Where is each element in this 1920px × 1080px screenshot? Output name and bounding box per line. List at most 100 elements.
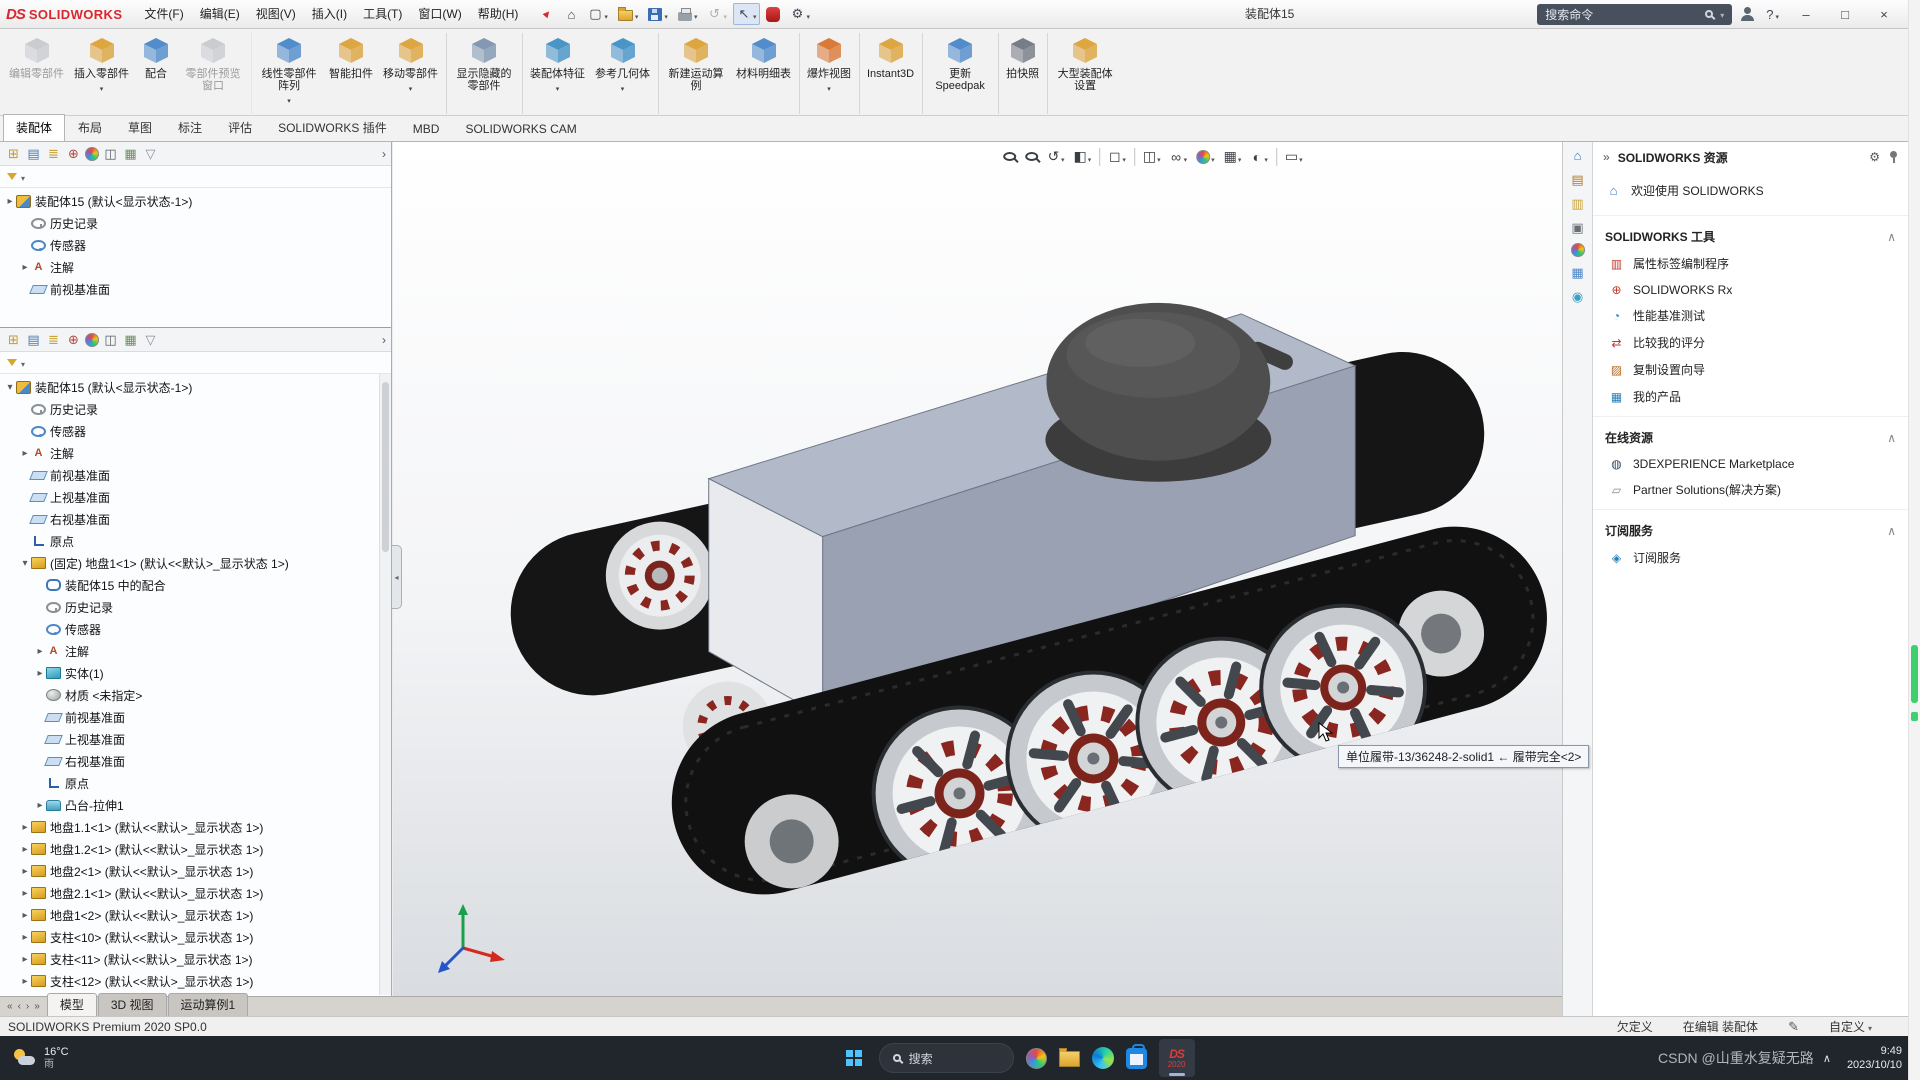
menu-item[interactable]: 工具(T) xyxy=(355,0,410,28)
tree-item[interactable]: ▸ 地盘2<1> (默认<<默认>_显示状态 1>) xyxy=(0,860,391,882)
display-style-icon[interactable]: ◫ xyxy=(1139,146,1165,167)
model-tab[interactable]: 3D 视图 xyxy=(98,993,167,1016)
command-search-box[interactable]: 搜索命令 xyxy=(1537,4,1732,25)
display-manager-icon[interactable] xyxy=(85,147,99,161)
tree-item[interactable]: 传感器 xyxy=(0,420,391,442)
zoom-fit-icon[interactable] xyxy=(999,150,1020,163)
ribbon-button[interactable]: 新建运动算例 xyxy=(661,33,731,114)
pane-display-icon[interactable]: ◫ xyxy=(102,331,119,348)
scene-icon[interactable]: ▦ xyxy=(122,331,139,348)
tree-item[interactable]: ▸ 地盘1.1<1> (默认<<默认>_显示状态 1>) xyxy=(0,816,391,838)
tree-item[interactable]: ▸ 地盘1<2> (默认<<默认>_显示状态 1>) xyxy=(0,904,391,926)
tree-item[interactable]: 历史记录 xyxy=(0,212,391,234)
undo-icon[interactable]: ↺ xyxy=(703,3,731,25)
custom-properties-icon[interactable]: ▦ xyxy=(1569,264,1586,281)
ribbon-button[interactable]: 移动零部件 xyxy=(378,33,447,114)
feature-manager-icon[interactable]: ⊞ xyxy=(5,331,22,348)
command-tab[interactable]: 布局 xyxy=(65,114,115,141)
user-account-icon[interactable] xyxy=(1739,6,1755,22)
tree-item[interactable]: ▾ 装配体15 (默认<显示状态-1>) xyxy=(0,376,391,398)
model-tab[interactable]: 运动算例1 xyxy=(168,993,249,1016)
ribbon-button[interactable]: 大型装配体设置 xyxy=(1050,33,1120,114)
ribbon-button[interactable]: 智能扣件 xyxy=(324,33,378,114)
tree-item[interactable]: 原点 xyxy=(0,530,391,552)
tree-item[interactable]: 上视基准面 xyxy=(0,728,391,750)
expand-pane-icon[interactable]: › xyxy=(382,333,386,347)
tree-item[interactable]: ▸ 注解 xyxy=(0,640,391,662)
dropdown-caret-icon[interactable] xyxy=(21,170,25,184)
expand-arrow-icon[interactable]: ▸ xyxy=(19,954,31,965)
taskpane-item[interactable]: ◈ 订阅服务 xyxy=(1593,544,1908,571)
taskpane-item[interactable]: ⊕ SOLIDWORKS Rx xyxy=(1593,277,1908,302)
dimxpert-manager-icon[interactable]: ⊕ xyxy=(65,145,82,162)
scrollbar-thumb[interactable] xyxy=(1911,645,1918,703)
ribbon-button[interactable]: Instant3D xyxy=(862,33,923,114)
display-manager-icon[interactable] xyxy=(85,333,99,347)
expand-arrow-icon[interactable]: ▸ xyxy=(34,668,46,679)
graphics-viewport[interactable]: ↺ ◧ ◻ xyxy=(393,142,1562,996)
command-tab[interactable]: 装配体 xyxy=(3,114,65,141)
close-button[interactable]: × xyxy=(1868,0,1900,28)
view-settings-icon[interactable]: ◐ xyxy=(1246,147,1272,167)
view-orientation-icon[interactable]: ◻ xyxy=(1104,146,1130,167)
menu-item[interactable]: 文件(F) xyxy=(136,0,191,28)
tree-scrollbar[interactable] xyxy=(379,374,391,995)
menu-item[interactable]: 插入(I) xyxy=(304,0,355,28)
tree-item[interactable]: 传感器 xyxy=(0,618,391,640)
tree-item[interactable]: 材质 <未指定> xyxy=(0,684,391,706)
previous-view-icon[interactable]: ↺ xyxy=(1043,146,1069,167)
select-arrow-icon[interactable]: ↖ xyxy=(733,3,761,25)
tree-item[interactable]: ▸ 注解 xyxy=(0,442,391,464)
page-scrollbar[interactable] xyxy=(1908,0,1920,1080)
ribbon-button[interactable]: 配合 xyxy=(134,33,178,114)
ribbon-button[interactable]: 零部件预览窗口 xyxy=(178,33,252,114)
expand-arrow-icon[interactable]: ▸ xyxy=(19,976,31,987)
tree-item[interactable]: ▸ 支柱<10> (默认<<默认>_显示状态 1>) xyxy=(0,926,391,948)
collapse-section-icon[interactable]: ∧ xyxy=(1887,524,1896,538)
design-library-icon[interactable]: ▤ xyxy=(1569,171,1586,188)
tree-filter-icon[interactable]: ▽ xyxy=(142,331,159,348)
pane-lock-icon[interactable]: ◉ xyxy=(1569,288,1586,305)
ribbon-button[interactable]: 材料明细表 xyxy=(731,33,800,114)
taskpane-options-gear-icon[interactable]: ⚙ xyxy=(1869,150,1880,164)
dropdown-caret-icon[interactable] xyxy=(21,356,25,370)
file-explorer-icon[interactable] xyxy=(1059,1051,1080,1067)
tree-item[interactable]: ▸ 支柱<11> (默认<<默认>_显示状态 1>) xyxy=(0,948,391,970)
taskbar-clock[interactable]: 9:49 2023/10/10 xyxy=(1847,1044,1902,1072)
tree-item[interactable]: 历史记录 xyxy=(0,398,391,420)
appearances-icon[interactable] xyxy=(1571,243,1585,257)
ribbon-button[interactable]: 显示隐藏的零部件 xyxy=(449,33,523,114)
minimize-button[interactable]: – xyxy=(1790,0,1822,28)
expand-arrow-icon[interactable]: ▾ xyxy=(19,558,31,569)
tree-item[interactable]: 传感器 xyxy=(0,234,391,256)
scrollbar-thumb[interactable] xyxy=(382,382,389,552)
collapse-section-icon[interactable]: ∧ xyxy=(1887,230,1896,244)
taskpane-item[interactable]: ▦ 我的产品 xyxy=(1593,383,1908,410)
edit-appearance-icon[interactable] xyxy=(1192,147,1219,167)
collapse-taskpane-icon[interactable]: » xyxy=(1603,150,1610,164)
tree-item[interactable]: ▸ 实体(1) xyxy=(0,662,391,684)
search-icon[interactable] xyxy=(1705,10,1713,18)
expand-arrow-icon[interactable]: ▸ xyxy=(34,646,46,657)
taskbar-search[interactable]: 搜索 xyxy=(879,1043,1014,1073)
last-tab-icon[interactable]: » xyxy=(34,1001,40,1012)
hud-button[interactable] xyxy=(1099,148,1100,166)
taskpane-item[interactable]: ◍ 3DEXPERIENCE Marketplace xyxy=(1593,451,1908,476)
taskpane-item[interactable]: ▥ 属性标签编制程序 xyxy=(1593,250,1908,277)
tree-item[interactable]: ▸ 凸台-拉伸1 xyxy=(0,794,391,816)
options-gear-icon[interactable]: ⚙ xyxy=(786,3,814,25)
expand-arrow-icon[interactable]: ▸ xyxy=(19,888,31,899)
home-icon[interactable]: ⌂ xyxy=(560,4,582,25)
command-tab[interactable]: 标注 xyxy=(165,114,215,141)
tree-item[interactable]: 右视基准面 xyxy=(0,508,391,530)
welcome-solidworks-link[interactable]: ⌂ 欢迎使用 SOLIDWORKS xyxy=(1593,172,1908,209)
ribbon-button[interactable]: 编辑零部件 xyxy=(4,33,69,114)
menu-item[interactable]: 窗口(W) xyxy=(410,0,469,28)
expand-pane-icon[interactable]: › xyxy=(382,147,386,161)
widgets-icon[interactable] xyxy=(1026,1048,1047,1069)
expand-arrow-icon[interactable]: ▸ xyxy=(19,844,31,855)
prev-tab-icon[interactable]: ‹ xyxy=(18,1001,21,1012)
ribbon-button[interactable]: 参考几何体 xyxy=(590,33,659,114)
ribbon-button[interactable]: 拍快照 xyxy=(1001,33,1048,114)
menu-item[interactable]: 帮助(H) xyxy=(470,0,527,28)
